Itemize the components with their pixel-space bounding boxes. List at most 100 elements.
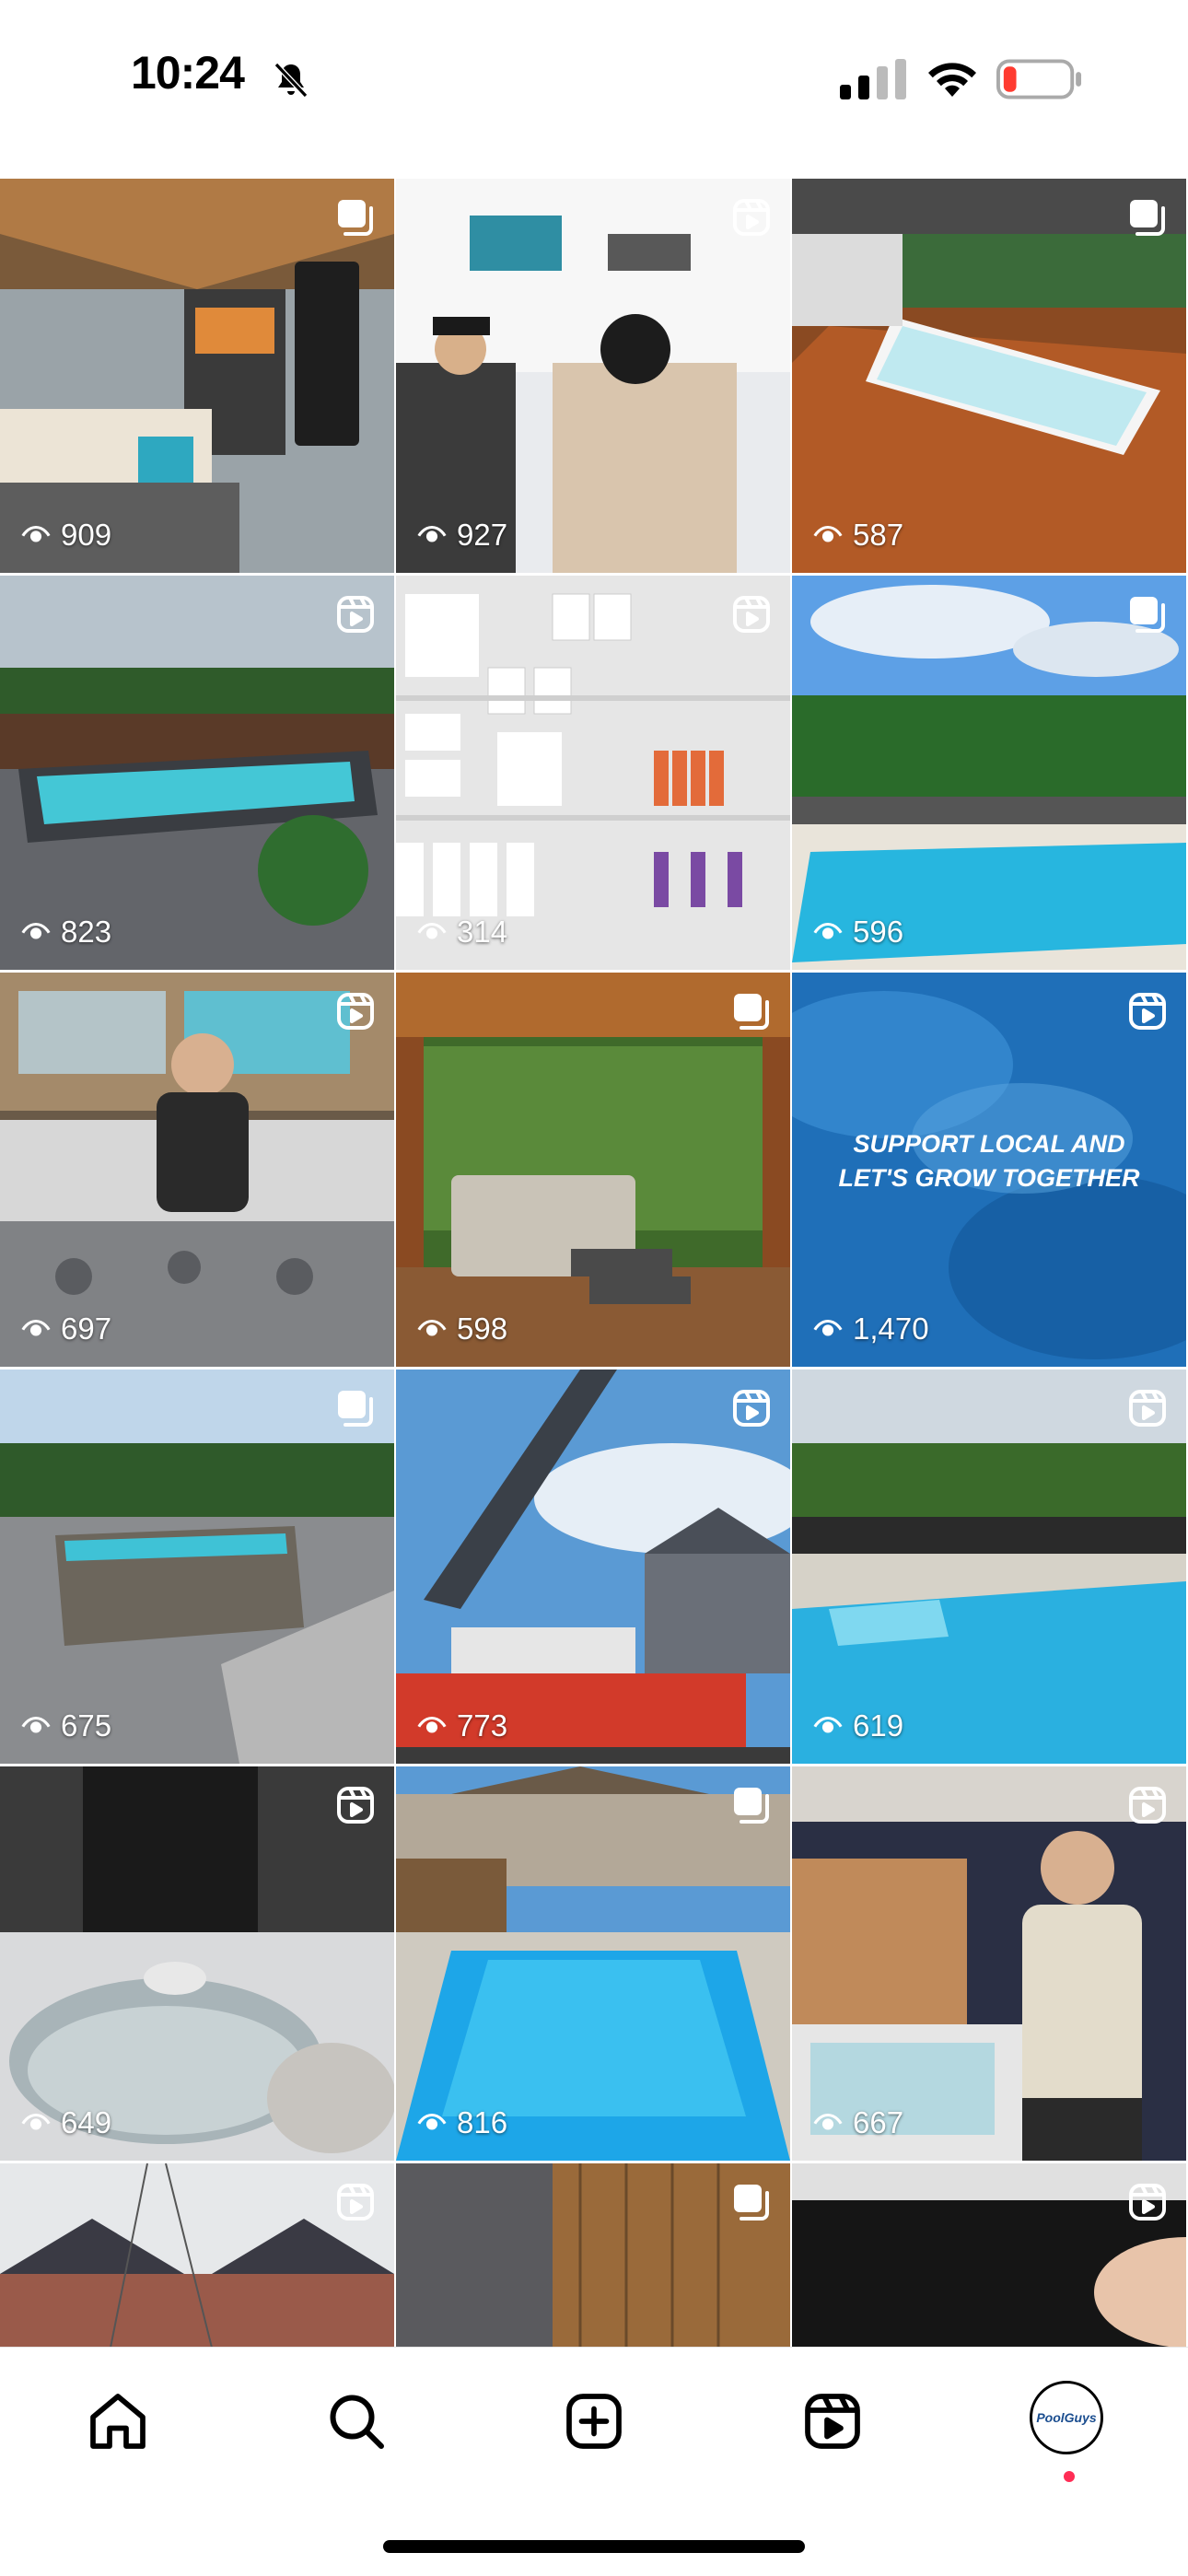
tab-home[interactable] bbox=[81, 2384, 155, 2458]
reel-icon bbox=[333, 989, 378, 1033]
reel-icon bbox=[333, 592, 378, 636]
notification-dot bbox=[1064, 2471, 1075, 2482]
view-count-label: 909 bbox=[61, 518, 112, 552]
view-count-label: 816 bbox=[457, 2105, 508, 2139]
grid-post-tile[interactable]: 667 bbox=[792, 1766, 1186, 2161]
reel-icon bbox=[333, 2180, 378, 2224]
avatar-logo-text: PoolGuys bbox=[1036, 2410, 1097, 2425]
grid-post-tile[interactable]: SUPPORT LOCAL AND LET'S GROW TOGETHER 1,47… bbox=[792, 973, 1186, 1367]
grid-post-tile[interactable]: 675 bbox=[0, 1370, 394, 1764]
eye-icon bbox=[20, 1710, 52, 1742]
grid-post-tile[interactable]: 823 bbox=[0, 576, 394, 970]
reel-icon bbox=[333, 1783, 378, 1827]
search-icon bbox=[330, 2395, 384, 2449]
eye-icon bbox=[416, 2107, 448, 2139]
reel-icon bbox=[1125, 2180, 1170, 2224]
reel-icon bbox=[729, 1386, 774, 1430]
carousel-icon bbox=[333, 195, 378, 239]
eye-icon bbox=[20, 1313, 52, 1345]
status-time: 10:24 bbox=[131, 47, 245, 99]
view-count: 314 bbox=[416, 915, 507, 950]
carousel-icon bbox=[729, 989, 774, 1033]
view-count: 773 bbox=[416, 1708, 507, 1743]
view-count: 927 bbox=[416, 518, 507, 553]
view-count: 823 bbox=[20, 915, 111, 950]
eye-icon bbox=[20, 916, 52, 948]
eye-icon bbox=[20, 2107, 52, 2139]
grid-post-tile[interactable]: 619 bbox=[792, 1370, 1186, 1764]
tab-search[interactable] bbox=[320, 2384, 393, 2458]
eye-icon bbox=[812, 1710, 844, 1742]
home-icon bbox=[90, 2394, 146, 2449]
battery-low-icon bbox=[996, 59, 1082, 99]
bell-slash-icon bbox=[274, 62, 309, 99]
view-count: 816 bbox=[416, 2105, 507, 2140]
grid-post-tile[interactable] bbox=[396, 2163, 790, 2347]
wifi-icon bbox=[928, 63, 976, 97]
reel-icon bbox=[1125, 1386, 1170, 1430]
grid-post-tile[interactable]: 598 bbox=[396, 973, 790, 1367]
grid-post-tile[interactable]: 909 bbox=[0, 179, 394, 573]
view-count-label: 314 bbox=[457, 915, 508, 949]
view-count-label: 667 bbox=[853, 2105, 904, 2139]
grid-post-tile[interactable] bbox=[792, 2163, 1186, 2347]
view-count-label: 598 bbox=[457, 1311, 508, 1346]
view-count-label: 927 bbox=[457, 518, 508, 552]
home-indicator[interactable] bbox=[383, 2540, 805, 2553]
view-count: 596 bbox=[812, 915, 903, 950]
reel-icon bbox=[1125, 1783, 1170, 1827]
carousel-icon bbox=[729, 1783, 774, 1827]
view-count-label: 649 bbox=[61, 2105, 112, 2139]
eye-icon bbox=[416, 916, 448, 948]
view-count: 667 bbox=[812, 2105, 903, 2140]
view-count: 1,470 bbox=[812, 1311, 929, 1346]
grid-post-tile[interactable]: 697 bbox=[0, 973, 394, 1367]
view-count: 587 bbox=[812, 518, 903, 553]
reels-icon bbox=[805, 2394, 860, 2449]
profile-post-grid[interactable]: 909 927 587 823 314 596 697 598 SUPPORT LOCAL AN… bbox=[0, 164, 1188, 2347]
view-count: 619 bbox=[812, 1708, 903, 1743]
grid-post-tile[interactable] bbox=[0, 2163, 394, 2347]
eye-icon bbox=[416, 519, 448, 551]
grid-post-tile[interactable]: 587 bbox=[792, 179, 1186, 573]
tab-profile-avatar[interactable]: PoolGuys bbox=[1030, 2381, 1103, 2454]
eye-icon bbox=[416, 1710, 448, 1742]
view-count: 697 bbox=[20, 1311, 111, 1346]
carousel-icon bbox=[1125, 195, 1170, 239]
reel-icon bbox=[1125, 989, 1170, 1033]
view-count-label: 675 bbox=[61, 1708, 112, 1743]
eye-icon bbox=[20, 519, 52, 551]
view-count-label: 1,470 bbox=[853, 1311, 929, 1346]
eye-icon bbox=[812, 916, 844, 948]
eye-icon bbox=[812, 2107, 844, 2139]
view-count: 649 bbox=[20, 2105, 111, 2140]
grid-post-tile[interactable]: 314 bbox=[396, 576, 790, 970]
status-bar: 10:24 bbox=[0, 0, 1188, 164]
reel-icon bbox=[729, 592, 774, 636]
tab-create[interactable] bbox=[557, 2384, 631, 2458]
eye-icon bbox=[416, 1313, 448, 1345]
view-count-label: 596 bbox=[853, 915, 904, 949]
plus-square-icon bbox=[566, 2394, 622, 2449]
view-count-label: 697 bbox=[61, 1311, 112, 1346]
grid-post-tile[interactable]: 649 bbox=[0, 1766, 394, 2161]
grid-post-tile[interactable]: 773 bbox=[396, 1370, 790, 1764]
view-count: 909 bbox=[20, 518, 111, 553]
carousel-icon bbox=[1125, 592, 1170, 636]
view-count-label: 823 bbox=[61, 915, 112, 949]
eye-icon bbox=[812, 1313, 844, 1345]
view-count: 675 bbox=[20, 1708, 111, 1743]
view-count-label: 773 bbox=[457, 1708, 508, 1743]
grid-post-tile[interactable]: 927 bbox=[396, 179, 790, 573]
grid-post-tile[interactable]: 816 bbox=[396, 1766, 790, 2161]
view-count: 598 bbox=[416, 1311, 507, 1346]
post-overlay-text: SUPPORT LOCAL AND LET'S GROW TOGETHER bbox=[838, 1130, 1140, 1192]
cellular-signal-icon bbox=[840, 59, 906, 99]
reel-icon bbox=[729, 195, 774, 239]
grid-post-tile[interactable]: 596 bbox=[792, 576, 1186, 970]
view-count-label: 587 bbox=[853, 518, 904, 552]
carousel-icon bbox=[333, 1386, 378, 1430]
tab-reels[interactable] bbox=[796, 2384, 869, 2458]
view-count-label: 619 bbox=[853, 1708, 904, 1743]
eye-icon bbox=[812, 519, 844, 551]
